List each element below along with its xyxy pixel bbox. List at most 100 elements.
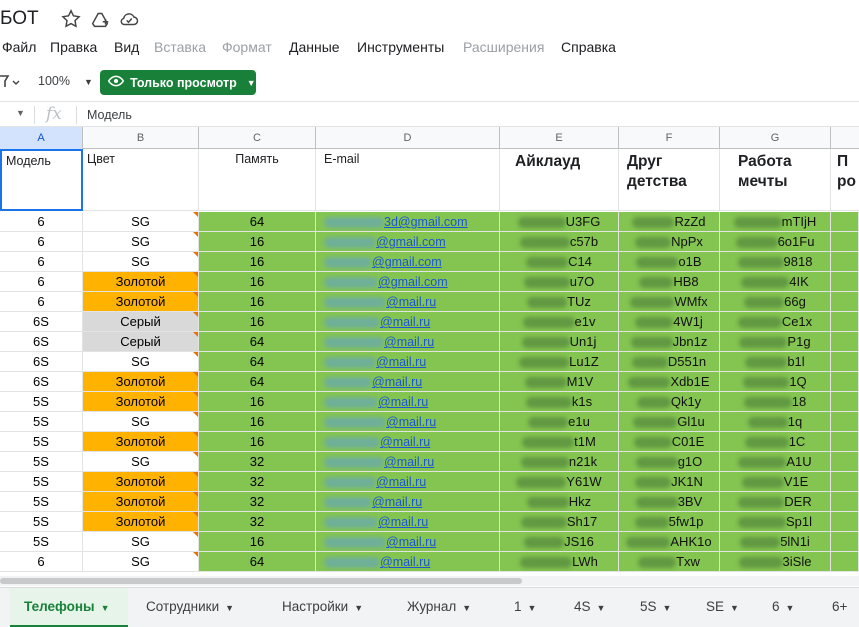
cell-h[interactable]: [831, 232, 859, 252]
name-box-dropdown-icon[interactable]: ▼: [16, 108, 25, 118]
cell-friend[interactable]: g1O: [619, 452, 720, 472]
cell-friend[interactable]: Qk1y: [619, 392, 720, 412]
cell-h[interactable]: [831, 552, 859, 572]
header-cell-icloud[interactable]: Айклауд: [500, 149, 619, 211]
comment-marker[interactable]: [193, 452, 198, 457]
cell-icloud[interactable]: c57b: [500, 232, 619, 252]
cell-color[interactable]: SG: [83, 232, 199, 252]
cell-h[interactable]: [831, 352, 859, 372]
chevron-down-icon[interactable]: ▼: [663, 603, 672, 613]
cell-email[interactable]: @mail.ru: [316, 372, 500, 392]
cell-h[interactable]: [831, 292, 859, 312]
email-link[interactable]: @mail.ru: [380, 315, 430, 329]
cell-memory[interactable]: 16: [199, 232, 316, 252]
cell-friend[interactable]: D551n: [619, 352, 720, 372]
cell-model[interactable]: 6S: [0, 372, 83, 392]
email-link[interactable]: 3d@gmail.com: [384, 215, 468, 229]
menu-view[interactable]: Вид: [114, 39, 139, 55]
cell-dream-job[interactable]: V1E: [720, 472, 831, 492]
cell-color[interactable]: SG: [83, 352, 199, 372]
email-link[interactable]: @mail.ru: [386, 535, 436, 549]
cell-email[interactable]: @mail.ru: [316, 492, 500, 512]
cell-color[interactable]: Золотой: [83, 512, 199, 532]
comment-marker[interactable]: [193, 512, 198, 517]
email-link[interactable]: @gmail.com: [378, 275, 448, 289]
cell-h[interactable]: [831, 512, 859, 532]
cell-email[interactable]: @mail.ru: [316, 432, 500, 452]
email-link[interactable]: @mail.ru: [384, 455, 434, 469]
chevron-down-icon[interactable]: ▼: [225, 603, 234, 613]
cell-friend[interactable]: o1B: [619, 252, 720, 272]
cell-memory[interactable]: 64: [199, 332, 316, 352]
move-to-drive-icon[interactable]: [89, 8, 111, 30]
cell-memory[interactable]: 16: [199, 432, 316, 452]
cell-dream-job[interactable]: 66g: [720, 292, 831, 312]
header-cell-color[interactable]: Цвет: [83, 149, 199, 211]
cell-dream-job[interactable]: mTIjH: [720, 212, 831, 232]
header-cell-memory[interactable]: Память: [199, 149, 316, 211]
cell-h[interactable]: [831, 272, 859, 292]
cell-color[interactable]: Серый: [83, 312, 199, 332]
cell-memory[interactable]: 64: [199, 552, 316, 572]
cell-friend[interactable]: 3BV: [619, 492, 720, 512]
email-link[interactable]: @mail.ru: [376, 355, 426, 369]
sheet-tab[interactable]: Настройки ▼: [268, 588, 386, 627]
cell-memory[interactable]: 16: [199, 392, 316, 412]
menu-extensions[interactable]: Расширения: [463, 39, 544, 55]
sheet-tab[interactable]: 5S ▼: [626, 588, 684, 627]
cell-icloud[interactable]: e1u: [500, 412, 619, 432]
cell-icloud[interactable]: TUz: [500, 292, 619, 312]
filter-icon[interactable]: [0, 73, 24, 91]
cell-dream-job[interactable]: Sp1l: [720, 512, 831, 532]
cell-friend[interactable]: Gl1u: [619, 412, 720, 432]
cell-friend[interactable]: RzZd: [619, 212, 720, 232]
column-header-g[interactable]: G: [720, 127, 831, 149]
comment-marker[interactable]: [193, 232, 198, 237]
chevron-down-icon[interactable]: ▼: [597, 603, 606, 613]
chevron-down-icon[interactable]: ▼: [528, 603, 537, 613]
sheet-tab[interactable]: 6 ▼: [758, 588, 810, 627]
header-cell-dream-job[interactable]: Работа мечты: [720, 149, 831, 211]
comment-marker[interactable]: [193, 432, 198, 437]
cell-friend[interactable]: C01E: [619, 432, 720, 452]
cell-friend[interactable]: HB8: [619, 272, 720, 292]
cell-email[interactable]: @mail.ru: [316, 472, 500, 492]
menu-data[interactable]: Данные: [289, 39, 340, 55]
cell-h[interactable]: [831, 252, 859, 272]
email-link[interactable]: @mail.ru: [380, 435, 430, 449]
cell-icloud[interactable]: Y61W: [500, 472, 619, 492]
cell-memory[interactable]: 64: [199, 372, 316, 392]
cell-model[interactable]: 5S: [0, 512, 83, 532]
document-title[interactable]: БОТ: [0, 8, 39, 30]
cell-friend[interactable]: 5fw1p: [619, 512, 720, 532]
cell-model[interactable]: 6: [0, 212, 83, 232]
cell-memory[interactable]: 32: [199, 472, 316, 492]
view-only-button[interactable]: Только просмотр ▼: [100, 70, 256, 95]
email-link[interactable]: @mail.ru: [376, 475, 426, 489]
cell-h[interactable]: [831, 332, 859, 352]
comment-marker[interactable]: [193, 532, 198, 537]
cell-email[interactable]: @mail.ru: [316, 412, 500, 432]
cell-memory[interactable]: 16: [199, 412, 316, 432]
cell-friend[interactable]: JK1N: [619, 472, 720, 492]
cell-icloud[interactable]: JS16: [500, 532, 619, 552]
header-cell-h[interactable]: П ро: [831, 149, 859, 211]
cell-model[interactable]: 6: [0, 232, 83, 252]
cell-icloud[interactable]: e1v: [500, 312, 619, 332]
cell-color[interactable]: SG: [83, 212, 199, 232]
cell-icloud[interactable]: U3FG: [500, 212, 619, 232]
cell-model[interactable]: 5S: [0, 412, 83, 432]
cell-model[interactable]: 5S: [0, 492, 83, 512]
column-header-b[interactable]: B: [83, 127, 199, 149]
cell-friend[interactable]: AHK1o: [619, 532, 720, 552]
cell-model[interactable]: 5S: [0, 392, 83, 412]
chevron-down-icon[interactable]: ▼: [462, 603, 471, 613]
cell-model[interactable]: 6S: [0, 312, 83, 332]
comment-marker[interactable]: [193, 352, 198, 357]
email-link[interactable]: @mail.ru: [384, 335, 434, 349]
cell-color[interactable]: Золотой: [83, 472, 199, 492]
sheet-tab[interactable]: 6+: [818, 588, 859, 627]
sheet-tab[interactable]: Журнал ▼: [393, 588, 493, 627]
cell-friend[interactable]: 4W1j: [619, 312, 720, 332]
cell-memory[interactable]: 16: [199, 312, 316, 332]
